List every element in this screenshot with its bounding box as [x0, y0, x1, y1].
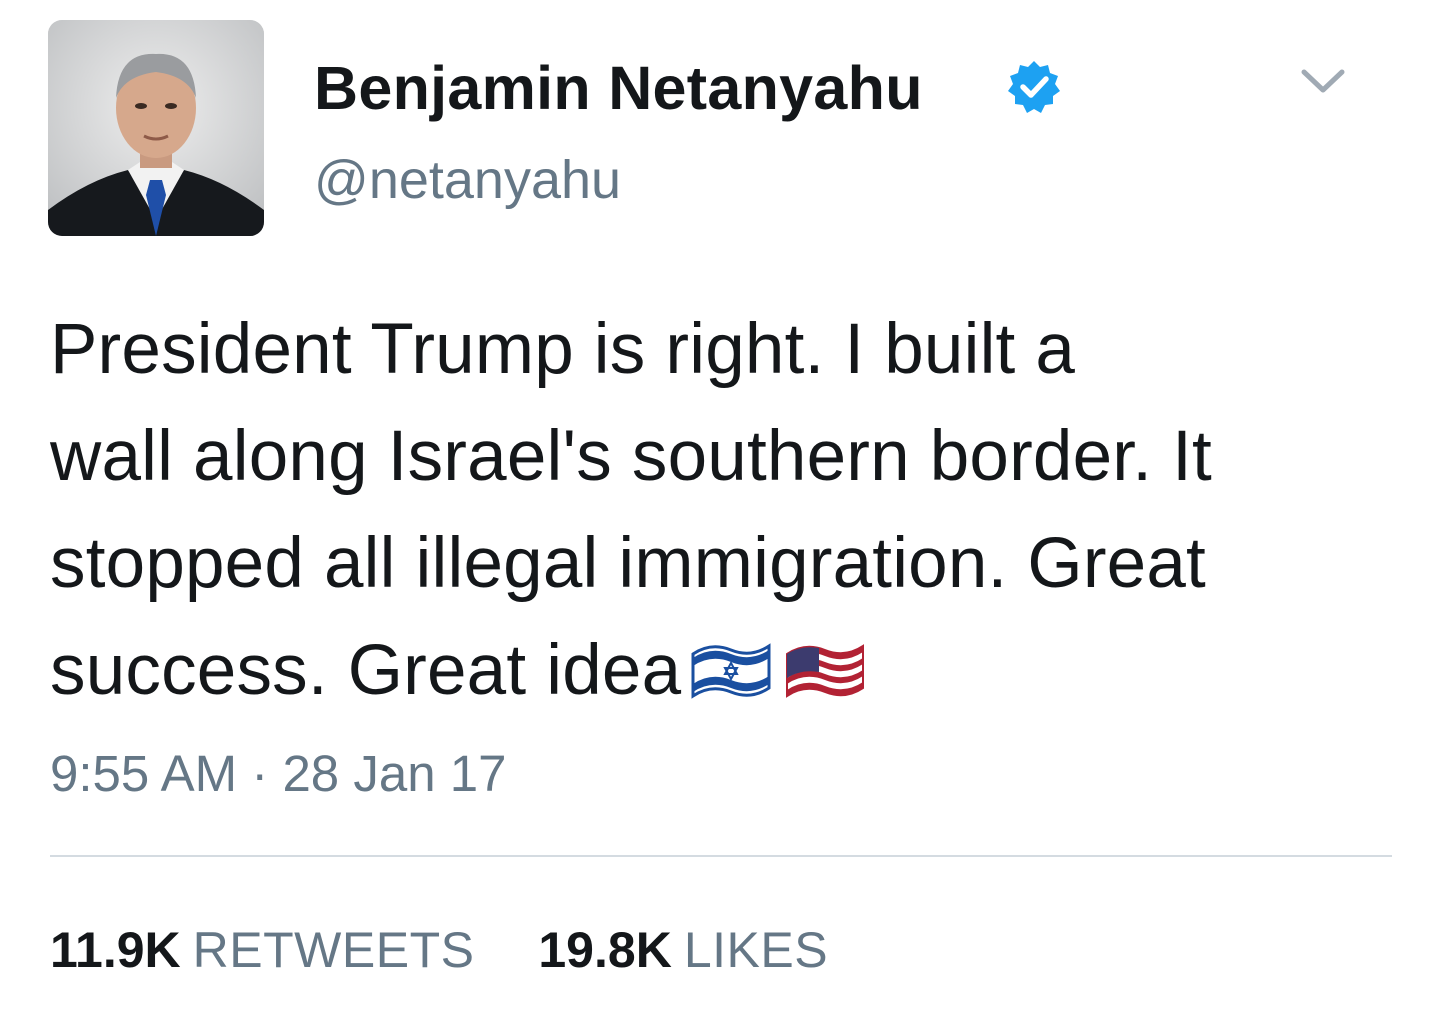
likes-count: 19.8K — [538, 922, 672, 978]
chevron-down-icon[interactable] — [1298, 62, 1348, 102]
tweet-line: success. Great idea — [50, 631, 682, 710]
retweets-count: 11.9K — [50, 922, 181, 978]
us-flag-icon — [781, 632, 869, 708]
tweet-timestamp[interactable]: 9:55 AM · 28 Jan 17 — [50, 744, 506, 804]
tweet-text: President Trump is right. I built a wall… — [50, 296, 1390, 724]
israel-flag-icon — [687, 632, 775, 708]
divider — [50, 855, 1392, 857]
display-name[interactable]: Benjamin Netanyahu — [314, 52, 923, 124]
profile-photo-icon — [48, 20, 264, 236]
retweets-stat[interactable]: 11.9K RETWEETS — [50, 920, 474, 980]
verified-badge-icon — [1008, 61, 1060, 113]
tweet-line: wall along Israel's southern border. It — [50, 417, 1212, 496]
likes-stat[interactable]: 19.8K LIKES — [538, 920, 828, 980]
tweet-line: stopped all illegal immigration. Great — [50, 524, 1206, 603]
tweet-stats: 11.9K RETWEETS 19.8K LIKES — [50, 920, 828, 980]
avatar[interactable] — [48, 20, 264, 236]
user-handle[interactable]: @netanyahu — [314, 148, 621, 212]
likes-label: LIKES — [683, 922, 829, 978]
tweet-line-last: success. Great idea — [50, 617, 1390, 724]
tweet-line: President Trump is right. I built a — [50, 310, 1076, 389]
retweets-label: RETWEETS — [192, 922, 475, 978]
